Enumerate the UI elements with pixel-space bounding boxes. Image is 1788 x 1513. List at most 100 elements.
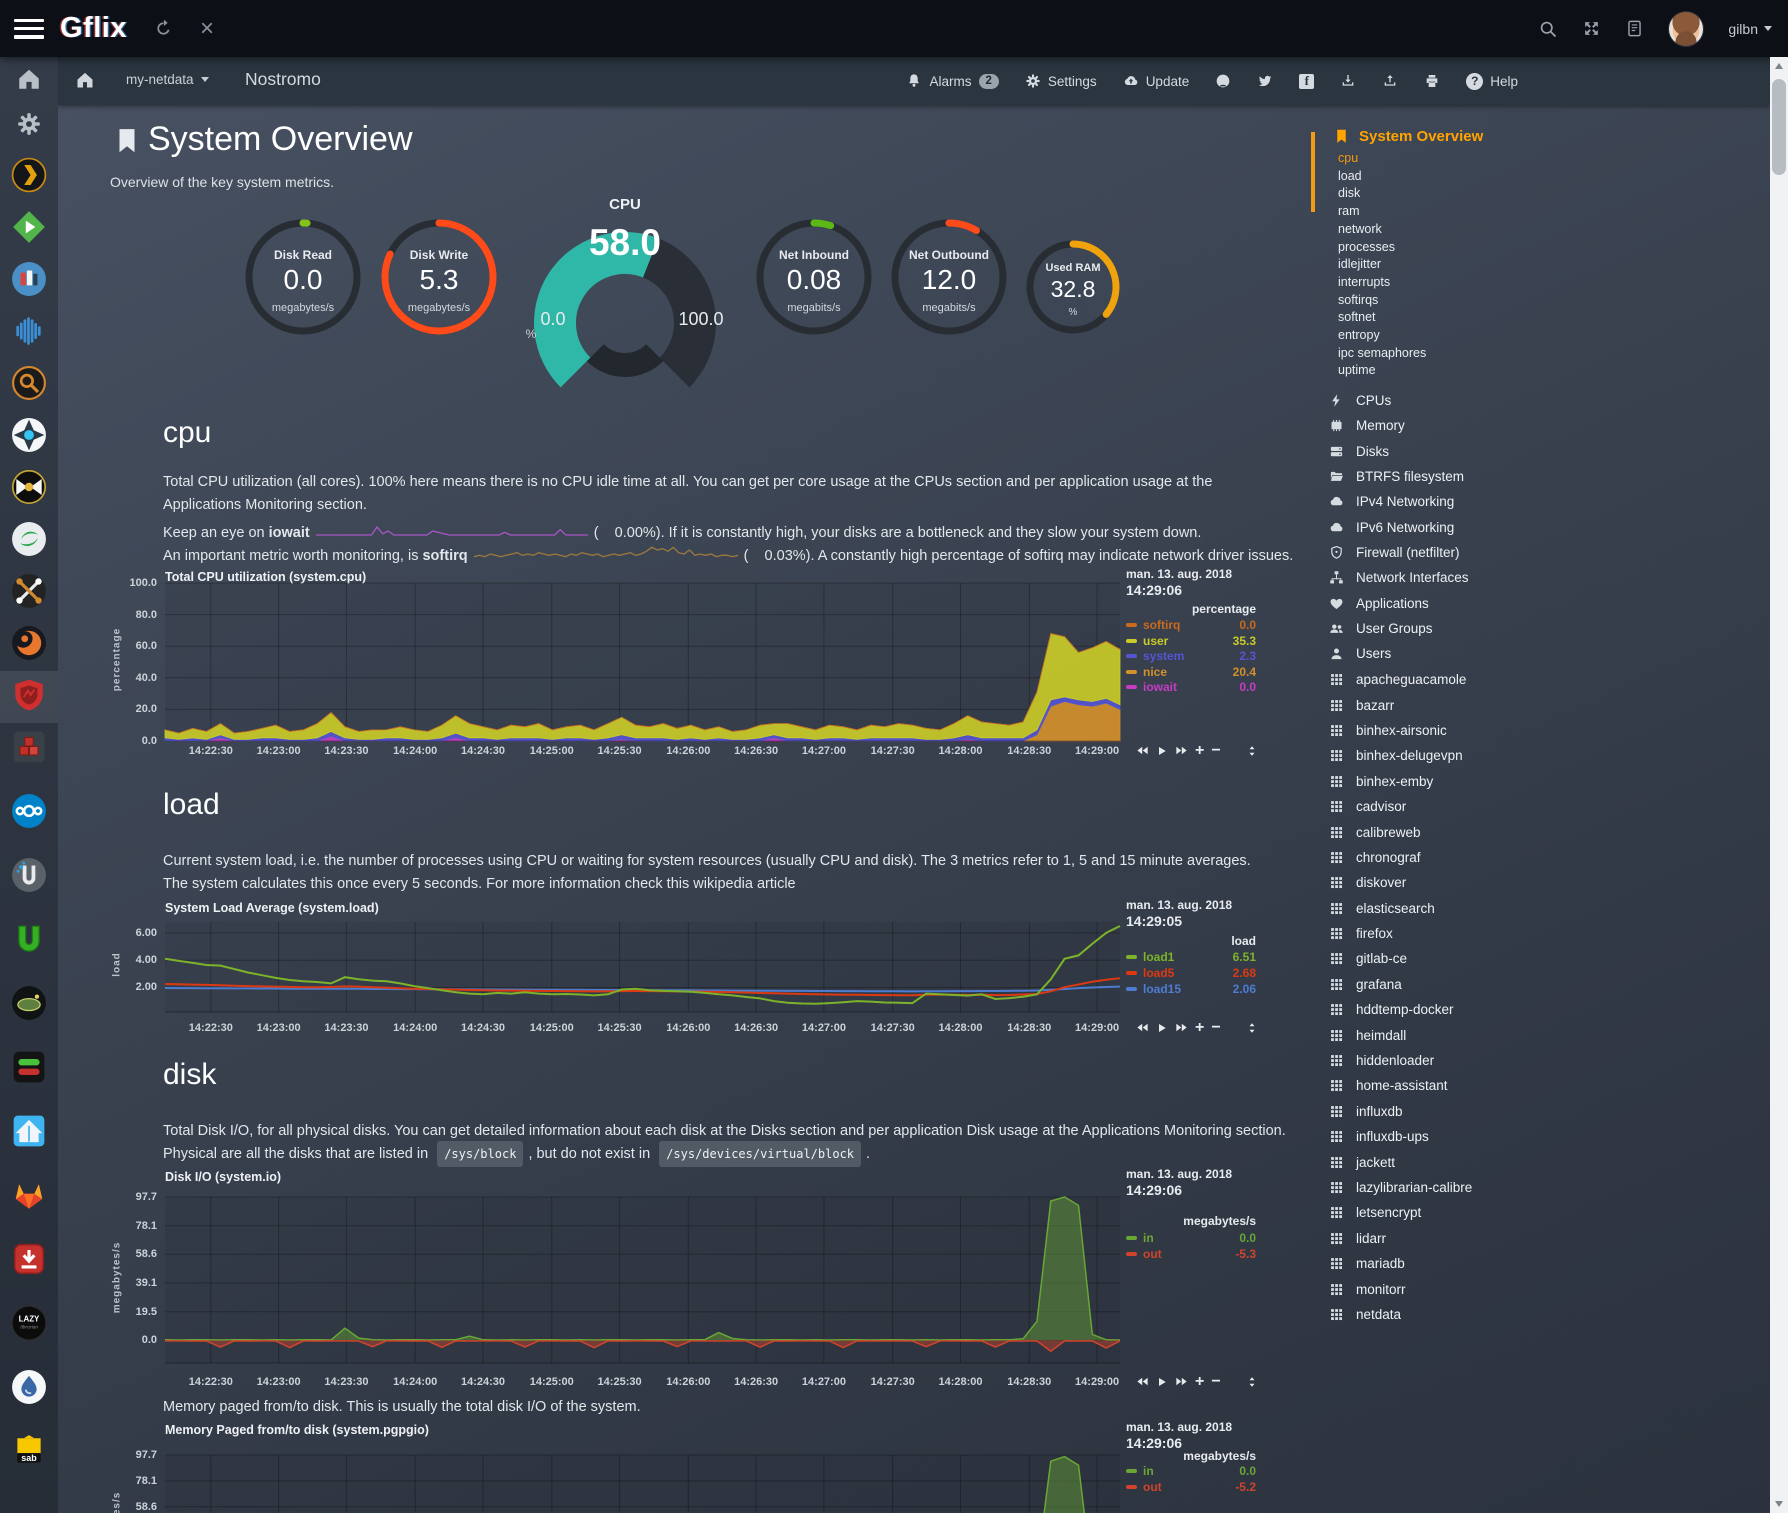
sidebar-app-lazylibrarian[interactable]: LAZYlibrarian — [0, 1299, 58, 1351]
gauge-net-inbound[interactable]: Net Inbound 0.08 megabits/s — [755, 218, 873, 336]
nav-app-diskover[interactable]: diskover — [1328, 870, 1472, 895]
nav-app-chronograf[interactable]: chronograf — [1328, 845, 1472, 870]
chart-plot-system.load[interactable] — [165, 922, 1120, 1012]
nav-app-netdata[interactable]: netdata — [1328, 1302, 1472, 1327]
legend-out[interactable]: out-5.2 — [1126, 1480, 1256, 1494]
close-icon[interactable]: × — [200, 19, 214, 39]
pan-right-icon[interactable] — [1175, 744, 1188, 757]
sidebar-app-red-download[interactable] — [0, 1235, 58, 1287]
pan-left-icon[interactable] — [1136, 744, 1149, 757]
sidebar-app-jackett[interactable] — [0, 359, 58, 411]
nav-item-interrupts[interactable]: interrupts — [1338, 274, 1426, 292]
search-icon[interactable] — [1538, 19, 1558, 39]
legend-out[interactable]: out-5.3 — [1126, 1247, 1256, 1261]
menu-icon[interactable] — [14, 19, 44, 39]
gauge-cpu[interactable]: CPU 58.0 0.0 100.0 % — [520, 196, 730, 346]
sidebar-app-home[interactable] — [0, 53, 58, 105]
zoom-in-icon[interactable]: + — [1195, 1021, 1204, 1034]
legend-system[interactable]: system2.3 — [1126, 649, 1256, 663]
pan-left-icon[interactable] — [1136, 1375, 1149, 1388]
nav-section-applications[interactable]: Applications — [1328, 590, 1469, 615]
nav-item-cpu[interactable]: cpu — [1338, 150, 1426, 168]
legend-load15[interactable]: load152.06 — [1126, 982, 1256, 996]
gauge-used-ram[interactable]: Used RAM 32.8 % — [1025, 239, 1121, 335]
nav-section-network-interfaces[interactable]: Network Interfaces — [1328, 565, 1469, 590]
nav-system-overview[interactable]: System Overview — [1333, 128, 1483, 145]
nav-item-disk[interactable]: disk — [1338, 185, 1426, 203]
nav-item-softnet[interactable]: softnet — [1338, 309, 1426, 327]
nav-app-hddtemp-docker[interactable]: hddtemp-docker — [1328, 997, 1472, 1022]
gauge-disk-read[interactable]: Disk Read 0.0 megabytes/s — [244, 218, 362, 336]
nav-item-ipc-semaphores[interactable]: ipc semaphores — [1338, 345, 1426, 363]
header-github-button[interactable] — [1215, 73, 1231, 89]
sidebar-app-gitlab[interactable] — [0, 1171, 58, 1223]
nav-app-jackett[interactable]: jackett — [1328, 1149, 1472, 1174]
nav-app-hiddenloader[interactable]: hiddenloader — [1328, 1048, 1472, 1073]
nav-app-firefox[interactable]: firefox — [1328, 921, 1472, 946]
nav-section-ipv6-networking[interactable]: IPv6 Networking — [1328, 514, 1469, 539]
sidebar-app-green-u[interactable] — [0, 915, 58, 967]
header-Update-button[interactable]: Update — [1123, 73, 1190, 89]
sidebar-app-status-pills[interactable] — [0, 1043, 58, 1095]
sidebar-app-plate[interactable] — [0, 979, 58, 1031]
zoom-out-icon[interactable]: − — [1211, 1021, 1220, 1034]
nav-section-users[interactable]: Users — [1328, 641, 1469, 666]
page-scrollbar[interactable] — [1770, 57, 1788, 1513]
header-Alarms-button[interactable]: Alarms2 — [906, 73, 998, 89]
sidebar-app-library[interactable] — [0, 255, 58, 307]
legend-softirq[interactable]: softirq0.0 — [1126, 618, 1256, 632]
nav-app-apacheguacamole[interactable]: apacheguacamole — [1328, 667, 1472, 692]
sidebar-app-lidarr[interactable] — [0, 463, 58, 515]
nav-app-influxdb[interactable]: influxdb — [1328, 1099, 1472, 1124]
header-download-button[interactable] — [1340, 73, 1356, 89]
scroll-up-icon[interactable] — [1770, 57, 1788, 75]
fullscreen-icon[interactable] — [1582, 19, 1601, 38]
sidebar-app-grafana[interactable] — [0, 619, 58, 671]
nav-app-mariadb[interactable]: mariadb — [1328, 1251, 1472, 1276]
nav-app-lidarr[interactable]: lidarr — [1328, 1226, 1472, 1251]
nav-section-ipv4-networking[interactable]: IPv4 Networking — [1328, 489, 1469, 514]
nav-app-heimdall[interactable]: heimdall — [1328, 1022, 1472, 1047]
nav-section-btrfs-filesystem[interactable]: BTRFS filesystem — [1328, 464, 1469, 489]
nav-section-cpus[interactable]: CPUs — [1328, 388, 1469, 413]
nav-item-uptime[interactable]: uptime — [1338, 362, 1426, 380]
sidebar-app-nextcloud[interactable] — [0, 787, 58, 839]
header-print-button[interactable] — [1424, 73, 1440, 89]
refresh-icon[interactable] — [153, 18, 174, 39]
sidebar-app-airsonic[interactable] — [0, 307, 58, 359]
resize-icon[interactable] — [1246, 1022, 1258, 1034]
header-Help-button[interactable]: ?Help — [1466, 73, 1518, 90]
nav-app-elasticsearch[interactable]: elasticsearch — [1328, 896, 1472, 921]
header-upload-button[interactable] — [1382, 73, 1398, 89]
chart-plot-system.io[interactable] — [165, 1197, 1120, 1363]
nav-section-disks[interactable]: Disks — [1328, 439, 1469, 464]
sidebar-app-home-assistant[interactable] — [0, 1107, 58, 1159]
legend-load1[interactable]: load16.51 — [1126, 950, 1256, 964]
sidebar-app-sabnzbd[interactable]: sab — [0, 1427, 58, 1479]
nav-app-binhex-emby[interactable]: binhex-emby — [1328, 769, 1472, 794]
nav-item-processes[interactable]: processes — [1338, 239, 1426, 257]
play-icon[interactable] — [1156, 1376, 1168, 1388]
changelog-icon[interactable] — [1625, 19, 1644, 38]
nav-section-memory[interactable]: Memory — [1328, 413, 1469, 438]
nav-app-calibreweb[interactable]: calibreweb — [1328, 819, 1472, 844]
sidebar-app-plex[interactable] — [0, 151, 58, 203]
zoom-in-icon[interactable]: + — [1195, 744, 1204, 757]
legend-nice[interactable]: nice20.4 — [1126, 665, 1256, 679]
legend-iowait[interactable]: iowait0.0 — [1126, 680, 1256, 694]
pan-left-icon[interactable] — [1136, 1021, 1149, 1034]
nav-item-network[interactable]: network — [1338, 221, 1426, 239]
nav-app-influxdb-ups[interactable]: influxdb-ups — [1328, 1124, 1472, 1149]
header-facebook-button[interactable]: f — [1299, 74, 1314, 89]
sidebar-app-sonarr[interactable] — [0, 411, 58, 463]
sidebar-app-splash-u[interactable] — [0, 851, 58, 903]
zoom-out-icon[interactable]: − — [1211, 744, 1220, 757]
nav-app-monitorr[interactable]: monitorr — [1328, 1276, 1472, 1301]
sidebar-app-green-swirl[interactable] — [0, 515, 58, 567]
scrollbar-thumb[interactable] — [1772, 79, 1786, 175]
resize-icon[interactable] — [1246, 745, 1258, 757]
nav-item-idlejitter[interactable]: idlejitter — [1338, 256, 1426, 274]
sidebar-app-duplicati[interactable] — [0, 1363, 58, 1415]
gauge-net-outbound[interactable]: Net Outbound 12.0 megabits/s — [890, 218, 1008, 336]
nav-section-firewall-netfilter-[interactable]: Firewall (netfilter) — [1328, 540, 1469, 565]
